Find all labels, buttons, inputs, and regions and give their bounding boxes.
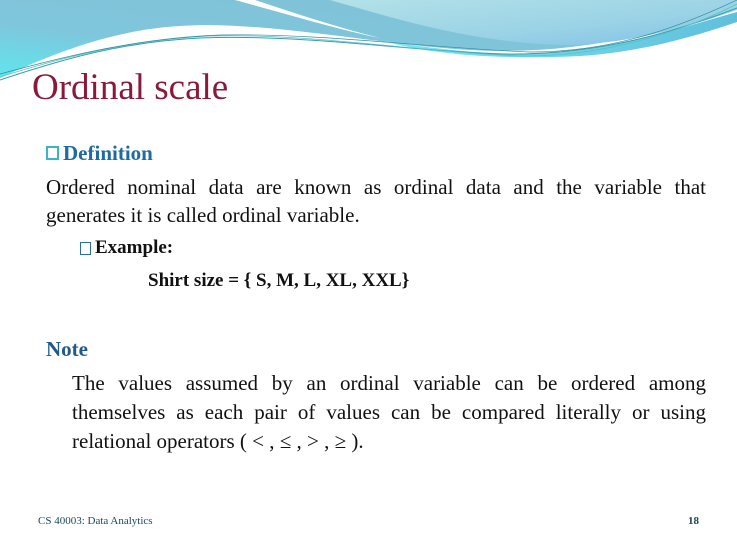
note-text: The values assumed by an ordinal variabl… xyxy=(72,371,706,453)
footer-page-number: 18 xyxy=(688,515,699,527)
square-bullet-icon xyxy=(80,241,91,255)
footer-course: CS 40003: Data Analytics xyxy=(38,515,153,527)
definition-heading: Definition xyxy=(46,140,153,166)
note-heading: Note xyxy=(46,337,88,361)
example-text: Shirt size = { S, M, L, XL, XXL} xyxy=(148,270,410,291)
slide-title: Ordinal scale xyxy=(32,67,229,108)
definition-heading-label: Definition xyxy=(63,141,153,165)
definition-text: Ordered nominal data are known as ordina… xyxy=(46,175,706,227)
example-heading: Example: xyxy=(80,236,173,260)
example-heading-label: Example: xyxy=(95,237,174,258)
square-bullet-icon xyxy=(46,146,59,160)
